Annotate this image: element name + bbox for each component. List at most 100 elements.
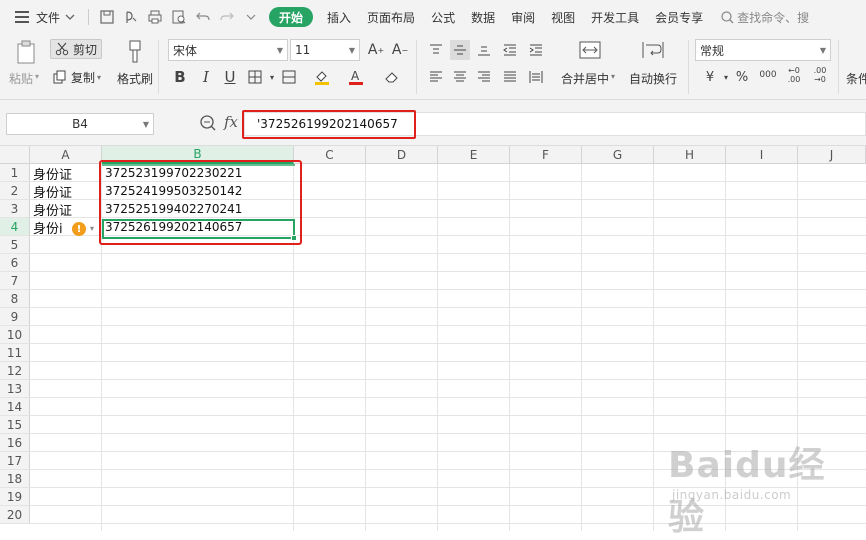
redo-icon[interactable] (219, 9, 235, 25)
column-header-c[interactable]: C (294, 146, 366, 164)
font-name-select[interactable]: 宋体 ▼ (168, 39, 288, 61)
thousands-format-button[interactable]: 000 (756, 65, 780, 85)
undo-icon[interactable] (195, 9, 211, 25)
row-header-7[interactable]: 7 (0, 272, 30, 290)
column-header-d[interactable]: D (366, 146, 438, 164)
warning-dropdown-caret[interactable]: ▾ (90, 224, 94, 233)
row-header-5[interactable]: 5 (0, 236, 30, 254)
row-header-2[interactable]: 2 (0, 182, 30, 200)
row-header-10[interactable]: 10 (0, 326, 30, 344)
fill-color-icon[interactable] (312, 67, 332, 87)
distributed-align-icon[interactable] (526, 67, 546, 87)
row-header-13[interactable]: 13 (0, 380, 30, 398)
increase-indent-icon[interactable] (526, 40, 546, 60)
column-header-a[interactable]: A (30, 146, 102, 164)
column-header-f[interactable]: F (510, 146, 582, 164)
borders-dropdown-caret[interactable]: ▾ (262, 67, 282, 87)
fx-icon[interactable]: fx (224, 113, 238, 131)
name-box[interactable]: B4 ▼ (6, 113, 154, 135)
increase-font-size-icon[interactable]: A + (366, 40, 386, 60)
align-right-icon[interactable] (474, 67, 494, 87)
merge-center-button[interactable]: 合并居中 (561, 70, 609, 87)
align-top-icon[interactable] (426, 40, 446, 60)
decrease-decimal-button[interactable]: .00 →0 (808, 65, 832, 85)
paste-button[interactable]: 粘贴 (9, 70, 33, 87)
column-header-g[interactable]: G (582, 146, 654, 164)
hamburger-menu-icon[interactable] (14, 9, 30, 25)
chevron-down-icon[interactable] (62, 9, 78, 25)
column-header-i[interactable]: I (726, 146, 798, 164)
row-header-18[interactable]: 18 (0, 470, 30, 488)
tab-developer[interactable]: 开发工具 (583, 0, 647, 34)
font-size-select[interactable]: 11 ▼ (290, 39, 360, 61)
tab-insert[interactable]: 插入 (319, 0, 359, 34)
menu-bar: 文件 开始 插入 页面布局 公式 数据 审阅 视图 开发工具 会员专享 查找命令… (0, 0, 866, 34)
row-header-16[interactable]: 16 (0, 434, 30, 452)
wrap-text-button[interactable]: 自动换行 (629, 70, 677, 87)
wrap-text-icon[interactable] (641, 38, 665, 62)
row-header-20[interactable]: 20 (0, 506, 30, 524)
row-header-15[interactable]: 15 (0, 416, 30, 434)
row-header-9[interactable]: 9 (0, 308, 30, 326)
underline-icon[interactable]: U (220, 67, 240, 87)
increase-decimal-button[interactable]: ←0 .00 (782, 65, 806, 85)
cut-button[interactable]: 剪切 (50, 39, 102, 59)
fill-style-icon[interactable] (280, 67, 300, 87)
decrease-indent-icon[interactable] (500, 40, 520, 60)
number-format-select[interactable]: 常规 ▼ (695, 39, 831, 61)
row-header-8[interactable]: 8 (0, 290, 30, 308)
align-center-icon[interactable] (450, 67, 470, 87)
conditional-format-button[interactable]: 条件 (846, 70, 866, 87)
column-header-h[interactable]: H (654, 146, 726, 164)
italic-icon[interactable]: I (196, 67, 216, 87)
format-painter-button[interactable]: 格式刷 (117, 70, 153, 87)
row-header-17[interactable]: 17 (0, 452, 30, 470)
align-middle-icon[interactable] (450, 40, 470, 60)
paste-dropdown-caret[interactable]: ▾ (35, 72, 39, 81)
row-header-19[interactable]: 19 (0, 488, 30, 506)
tab-view[interactable]: 视图 (543, 0, 583, 34)
warning-icon[interactable]: ! (72, 222, 86, 236)
row-header-6[interactable]: 6 (0, 254, 30, 272)
column-header-j[interactable]: J (798, 146, 866, 164)
copy-button[interactable]: 复制 ▾ (52, 67, 102, 87)
command-search[interactable]: 查找命令、搜 (721, 9, 809, 26)
cell-a1[interactable]: 身份证 (33, 164, 99, 183)
percent-format-button[interactable]: % (732, 67, 752, 87)
clear-format-icon[interactable] (382, 67, 402, 87)
row-header-3[interactable]: 3 (0, 200, 30, 218)
export-pdf-icon[interactable] (123, 9, 139, 25)
row-header-1[interactable]: 1 (0, 164, 30, 182)
bold-icon[interactable]: B (170, 67, 190, 87)
cell-a3[interactable]: 身份证 (33, 200, 99, 219)
save-icon[interactable] (99, 9, 115, 25)
row-header-14[interactable]: 14 (0, 398, 30, 416)
merge-center-icon[interactable] (578, 38, 602, 62)
row-header-11[interactable]: 11 (0, 344, 30, 362)
select-all-corner[interactable] (0, 146, 30, 164)
tab-data[interactable]: 数据 (463, 0, 503, 34)
tab-review[interactable]: 审阅 (503, 0, 543, 34)
row-header-12[interactable]: 12 (0, 362, 30, 380)
decrease-font-size-icon[interactable]: A − (390, 40, 410, 60)
align-left-icon[interactable] (426, 67, 446, 87)
zoom-search-icon[interactable] (199, 114, 217, 132)
align-bottom-icon[interactable] (474, 40, 494, 60)
cell-a2[interactable]: 身份证 (33, 182, 99, 201)
tab-member[interactable]: 会员专享 (647, 0, 711, 34)
tab-home[interactable]: 开始 (269, 7, 314, 27)
font-color-icon[interactable]: A (346, 67, 366, 87)
grid-vline (797, 164, 798, 531)
merge-dropdown-caret[interactable]: ▾ (611, 72, 615, 81)
row-header-4[interactable]: 4 (0, 218, 30, 236)
column-header-e[interactable]: E (438, 146, 510, 164)
chevron-down-icon[interactable] (243, 9, 259, 25)
print-icon[interactable] (147, 9, 163, 25)
paste-icon[interactable] (14, 38, 40, 66)
print-preview-icon[interactable] (171, 9, 187, 25)
justify-icon[interactable] (500, 67, 520, 87)
tab-formulas[interactable]: 公式 (423, 0, 463, 34)
tab-page-layout[interactable]: 页面布局 (359, 0, 423, 34)
format-painter-icon[interactable] (124, 38, 146, 66)
copy-dropdown-caret[interactable]: ▾ (97, 73, 101, 82)
